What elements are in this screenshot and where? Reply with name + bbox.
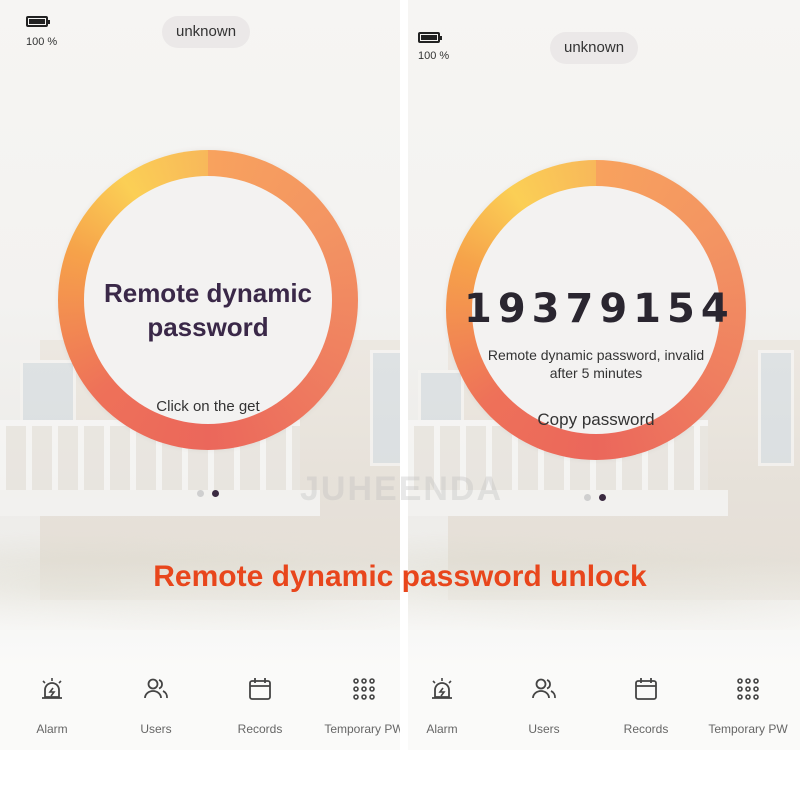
password-ring: 19379154 Remote dynamic password, invali… bbox=[446, 160, 746, 460]
page-indicator bbox=[580, 488, 610, 501]
battery-level-text: 100 % bbox=[418, 50, 450, 62]
right-phone-screen: 100 % unknown 19379154 Remote dynamic pa… bbox=[408, 0, 800, 750]
nav-item-users[interactable]: Users bbox=[106, 672, 206, 736]
nav-item-alarm[interactable]: Alarm bbox=[2, 672, 102, 736]
calendar-icon bbox=[635, 678, 657, 700]
keypad-icon bbox=[737, 678, 759, 700]
alarm-icon bbox=[42, 678, 62, 699]
keypad-icon bbox=[353, 678, 375, 700]
dynamic-password-digits: 19379154 bbox=[464, 286, 735, 332]
password-ring-button[interactable]: Remote dynamic password Click on the get bbox=[58, 150, 358, 450]
nav-label-users: Users bbox=[140, 722, 172, 736]
nav-label-temporary-pw: Temporary PW bbox=[708, 722, 788, 736]
nav-item-temporary-pw[interactable]: Temporary PW bbox=[314, 672, 400, 736]
users-icon bbox=[144, 678, 168, 699]
device-name-chip[interactable]: unknown bbox=[550, 32, 639, 64]
get-password-action[interactable]: Click on the get bbox=[84, 398, 332, 415]
nav-label-temporary-pw: Temporary PW bbox=[324, 722, 400, 736]
bottom-nav: Alarm Users Records Temporary PW bbox=[0, 672, 400, 742]
nav-label-records: Records bbox=[623, 722, 669, 736]
nav-item-temporary-pw[interactable]: Temporary PW bbox=[698, 672, 798, 736]
copy-password-button[interactable]: Copy password bbox=[472, 410, 720, 430]
nav-item-records[interactable]: Records bbox=[210, 672, 310, 736]
password-hint-line2: after 5 minutes bbox=[549, 365, 643, 381]
nav-item-alarm[interactable]: Alarm bbox=[408, 672, 492, 736]
nav-label-alarm: Alarm bbox=[426, 722, 458, 736]
battery-level-text: 100 % bbox=[26, 36, 58, 48]
page-dot-1[interactable] bbox=[197, 490, 204, 497]
password-hint-line1: Remote dynamic password, invalid bbox=[487, 347, 705, 363]
nav-item-users[interactable]: Users bbox=[494, 672, 594, 736]
nav-item-records[interactable]: Records bbox=[596, 672, 696, 736]
brand-watermark: JUHEENDA bbox=[300, 470, 504, 508]
calendar-icon bbox=[249, 678, 271, 700]
page-dot-2[interactable] bbox=[599, 494, 606, 501]
nav-label-records: Records bbox=[237, 722, 283, 736]
battery-icon bbox=[418, 32, 442, 43]
ring-title-line1: Remote dynamic bbox=[103, 278, 313, 308]
device-name-chip[interactable]: unknown bbox=[162, 16, 251, 48]
page-indicator bbox=[193, 484, 223, 497]
nav-label-users: Users bbox=[528, 722, 560, 736]
users-icon bbox=[532, 678, 556, 699]
bottom-nav: Alarm Users Records Temporary PW bbox=[408, 672, 800, 742]
battery-icon bbox=[26, 16, 50, 27]
promo-caption: Remote dynamic password unlock bbox=[153, 560, 647, 593]
nav-label-alarm: Alarm bbox=[36, 722, 68, 736]
page-dot-1[interactable] bbox=[584, 494, 591, 501]
page-dot-2[interactable] bbox=[212, 490, 219, 497]
left-phone-screen: 100 % unknown Remote dynamic password Cl… bbox=[0, 0, 400, 750]
ring-title-line2: password bbox=[147, 312, 269, 342]
alarm-icon bbox=[432, 678, 452, 699]
